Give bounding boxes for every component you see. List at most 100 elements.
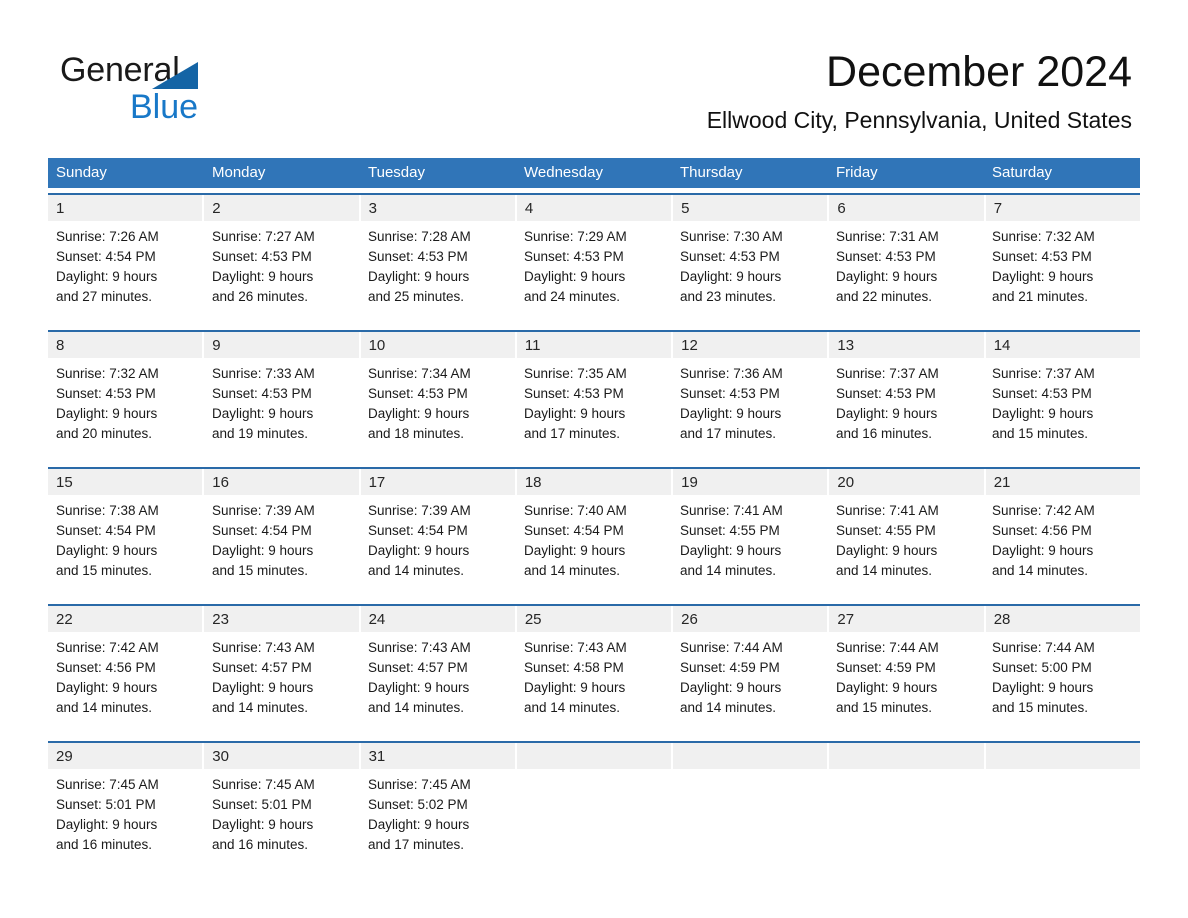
daylight-text-line1: Daylight: 9 hours	[680, 680, 782, 695]
day-cell[interactable]: Sunrise: 7:32 AM Sunset: 4:53 PM Dayligh…	[984, 221, 1140, 325]
day-cell[interactable]: Sunrise: 7:44 AM Sunset: 4:59 PM Dayligh…	[828, 632, 984, 736]
day-number[interactable]: 6	[829, 195, 986, 221]
sunset-text: Sunset: 5:01 PM	[56, 797, 156, 812]
day-cell[interactable]: Sunrise: 7:44 AM Sunset: 4:59 PM Dayligh…	[672, 632, 828, 736]
day-cell[interactable]: Sunrise: 7:32 AM Sunset: 4:53 PM Dayligh…	[48, 358, 204, 462]
sunset-text: Sunset: 4:53 PM	[212, 249, 312, 264]
week-detail-strip: Sunrise: 7:26 AM Sunset: 4:54 PM Dayligh…	[48, 221, 1140, 325]
day-number[interactable]: 18	[516, 469, 674, 495]
day-number[interactable]: 13	[829, 332, 986, 358]
day-number[interactable]: 5	[673, 195, 830, 221]
day-cell[interactable]: Sunrise: 7:42 AM Sunset: 4:56 PM Dayligh…	[984, 495, 1140, 599]
day-cell[interactable]: Sunrise: 7:28 AM Sunset: 4:53 PM Dayligh…	[360, 221, 516, 325]
day-number[interactable]: 7	[985, 195, 1140, 221]
day-number[interactable]: 9	[204, 332, 361, 358]
day-number[interactable]: 17	[360, 469, 517, 495]
day-number[interactable]: 11	[516, 332, 674, 358]
day-cell[interactable]: Sunrise: 7:27 AM Sunset: 4:53 PM Dayligh…	[204, 221, 360, 325]
day-number[interactable]: 21	[985, 469, 1140, 495]
day-number[interactable]: 28	[985, 606, 1140, 632]
daylight-text-line1: Daylight: 9 hours	[836, 680, 938, 695]
daylight-text-line1: Daylight: 9 hours	[836, 543, 938, 558]
day-cell[interactable]: Sunrise: 7:41 AM Sunset: 4:55 PM Dayligh…	[828, 495, 984, 599]
day-cell[interactable]: Sunrise: 7:26 AM Sunset: 4:54 PM Dayligh…	[48, 221, 204, 325]
day-cell[interactable]: Sunrise: 7:45 AM Sunset: 5:02 PM Dayligh…	[360, 769, 516, 873]
sunrise-text: Sunrise: 7:34 AM	[368, 366, 471, 381]
daylight-text-line1: Daylight: 9 hours	[56, 817, 158, 832]
day-number[interactable]: 20	[829, 469, 986, 495]
sunset-text: Sunset: 4:53 PM	[992, 249, 1092, 264]
day-number[interactable]: 25	[516, 606, 674, 632]
day-cell[interactable]: Sunrise: 7:41 AM Sunset: 4:55 PM Dayligh…	[672, 495, 828, 599]
day-cell[interactable]: Sunrise: 7:39 AM Sunset: 4:54 PM Dayligh…	[204, 495, 360, 599]
day-cell[interactable]: Sunrise: 7:45 AM Sunset: 5:01 PM Dayligh…	[204, 769, 360, 873]
day-number[interactable]: 31	[360, 743, 517, 769]
sunrise-text: Sunrise: 7:41 AM	[836, 503, 939, 518]
day-cell[interactable]: Sunrise: 7:43 AM Sunset: 4:57 PM Dayligh…	[360, 632, 516, 736]
daylight-text-line2: and 27 minutes.	[56, 289, 153, 304]
day-number[interactable]: 29	[48, 743, 205, 769]
day-cell[interactable]: Sunrise: 7:36 AM Sunset: 4:53 PM Dayligh…	[672, 358, 828, 462]
day-cell[interactable]: Sunrise: 7:39 AM Sunset: 4:54 PM Dayligh…	[360, 495, 516, 599]
sunrise-text: Sunrise: 7:32 AM	[992, 229, 1095, 244]
day-cell[interactable]: Sunrise: 7:37 AM Sunset: 4:53 PM Dayligh…	[984, 358, 1140, 462]
day-cell[interactable]: Sunrise: 7:43 AM Sunset: 4:57 PM Dayligh…	[204, 632, 360, 736]
location-subtitle: Ellwood City, Pennsylvania, United State…	[706, 107, 1132, 133]
daylight-text-line2: and 17 minutes.	[368, 837, 465, 852]
sunrise-text: Sunrise: 7:44 AM	[680, 640, 783, 655]
day-cell[interactable]: Sunrise: 7:42 AM Sunset: 4:56 PM Dayligh…	[48, 632, 204, 736]
day-cell[interactable]: Sunrise: 7:35 AM Sunset: 4:53 PM Dayligh…	[516, 358, 672, 462]
day-number[interactable]: 27	[829, 606, 986, 632]
day-cell[interactable]: Sunrise: 7:38 AM Sunset: 4:54 PM Dayligh…	[48, 495, 204, 599]
day-number[interactable]: 19	[673, 469, 830, 495]
day-number[interactable]: 12	[673, 332, 830, 358]
sunset-text: Sunset: 4:54 PM	[56, 249, 156, 264]
day-number[interactable]: 24	[360, 606, 517, 632]
calendar-week-row: 1 2 3 4 5 6 7 Sunrise: 7:26 AM Sunset: 4…	[48, 193, 1140, 325]
daylight-text-line1: Daylight: 9 hours	[836, 269, 938, 284]
daylight-text-line1: Daylight: 9 hours	[56, 680, 158, 695]
sunset-text: Sunset: 4:56 PM	[56, 660, 156, 675]
daylight-text-line1: Daylight: 9 hours	[992, 269, 1094, 284]
daylight-text-line2: and 14 minutes.	[992, 563, 1089, 578]
weekday-header-sunday: Sunday	[56, 164, 107, 181]
day-cell[interactable]: Sunrise: 7:30 AM Sunset: 4:53 PM Dayligh…	[672, 221, 828, 325]
day-number[interactable]: 4	[516, 195, 674, 221]
daylight-text-line2: and 22 minutes.	[836, 289, 933, 304]
day-number[interactable]: 14	[985, 332, 1140, 358]
daylight-text-line2: and 24 minutes.	[524, 289, 621, 304]
sunrise-text: Sunrise: 7:37 AM	[992, 366, 1095, 381]
daylight-text-line2: and 16 minutes.	[212, 837, 309, 852]
day-number[interactable]: 1	[48, 195, 205, 221]
day-cell[interactable]: Sunrise: 7:45 AM Sunset: 5:01 PM Dayligh…	[48, 769, 204, 873]
day-number[interactable]: 23	[204, 606, 361, 632]
day-number[interactable]: 22	[48, 606, 205, 632]
sunset-text: Sunset: 4:55 PM	[680, 523, 780, 538]
sunset-text: Sunset: 4:53 PM	[836, 386, 936, 401]
week-daynumber-strip: 15 16 17 18 19 20 21	[48, 469, 1140, 495]
day-number[interactable]: 2	[204, 195, 361, 221]
day-cell[interactable]: Sunrise: 7:37 AM Sunset: 4:53 PM Dayligh…	[828, 358, 984, 462]
day-cell[interactable]: Sunrise: 7:44 AM Sunset: 5:00 PM Dayligh…	[984, 632, 1140, 736]
general-blue-logo[interactable]: General Blue	[60, 50, 360, 130]
day-number[interactable]: 30	[204, 743, 361, 769]
weekday-header-wednesday: Wednesday	[524, 164, 603, 181]
sunset-text: Sunset: 5:00 PM	[992, 660, 1092, 675]
day-number[interactable]: 15	[48, 469, 205, 495]
week-daynumber-strip: 22 23 24 25 26 27 28	[48, 606, 1140, 632]
day-cell[interactable]: Sunrise: 7:31 AM Sunset: 4:53 PM Dayligh…	[828, 221, 984, 325]
day-number[interactable]: 3	[360, 195, 517, 221]
day-number[interactable]: 8	[48, 332, 205, 358]
day-number[interactable]: 16	[204, 469, 361, 495]
day-cell[interactable]: Sunrise: 7:34 AM Sunset: 4:53 PM Dayligh…	[360, 358, 516, 462]
day-cell[interactable]: Sunrise: 7:40 AM Sunset: 4:54 PM Dayligh…	[516, 495, 672, 599]
day-number[interactable]: 26	[673, 606, 830, 632]
day-cell[interactable]: Sunrise: 7:43 AM Sunset: 4:58 PM Dayligh…	[516, 632, 672, 736]
day-number[interactable]: 10	[360, 332, 517, 358]
day-cell[interactable]: Sunrise: 7:33 AM Sunset: 4:53 PM Dayligh…	[204, 358, 360, 462]
sunset-text: Sunset: 4:57 PM	[212, 660, 312, 675]
sunrise-text: Sunrise: 7:40 AM	[524, 503, 627, 518]
daylight-text-line1: Daylight: 9 hours	[524, 269, 626, 284]
sunrise-text: Sunrise: 7:38 AM	[56, 503, 159, 518]
day-cell[interactable]: Sunrise: 7:29 AM Sunset: 4:53 PM Dayligh…	[516, 221, 672, 325]
